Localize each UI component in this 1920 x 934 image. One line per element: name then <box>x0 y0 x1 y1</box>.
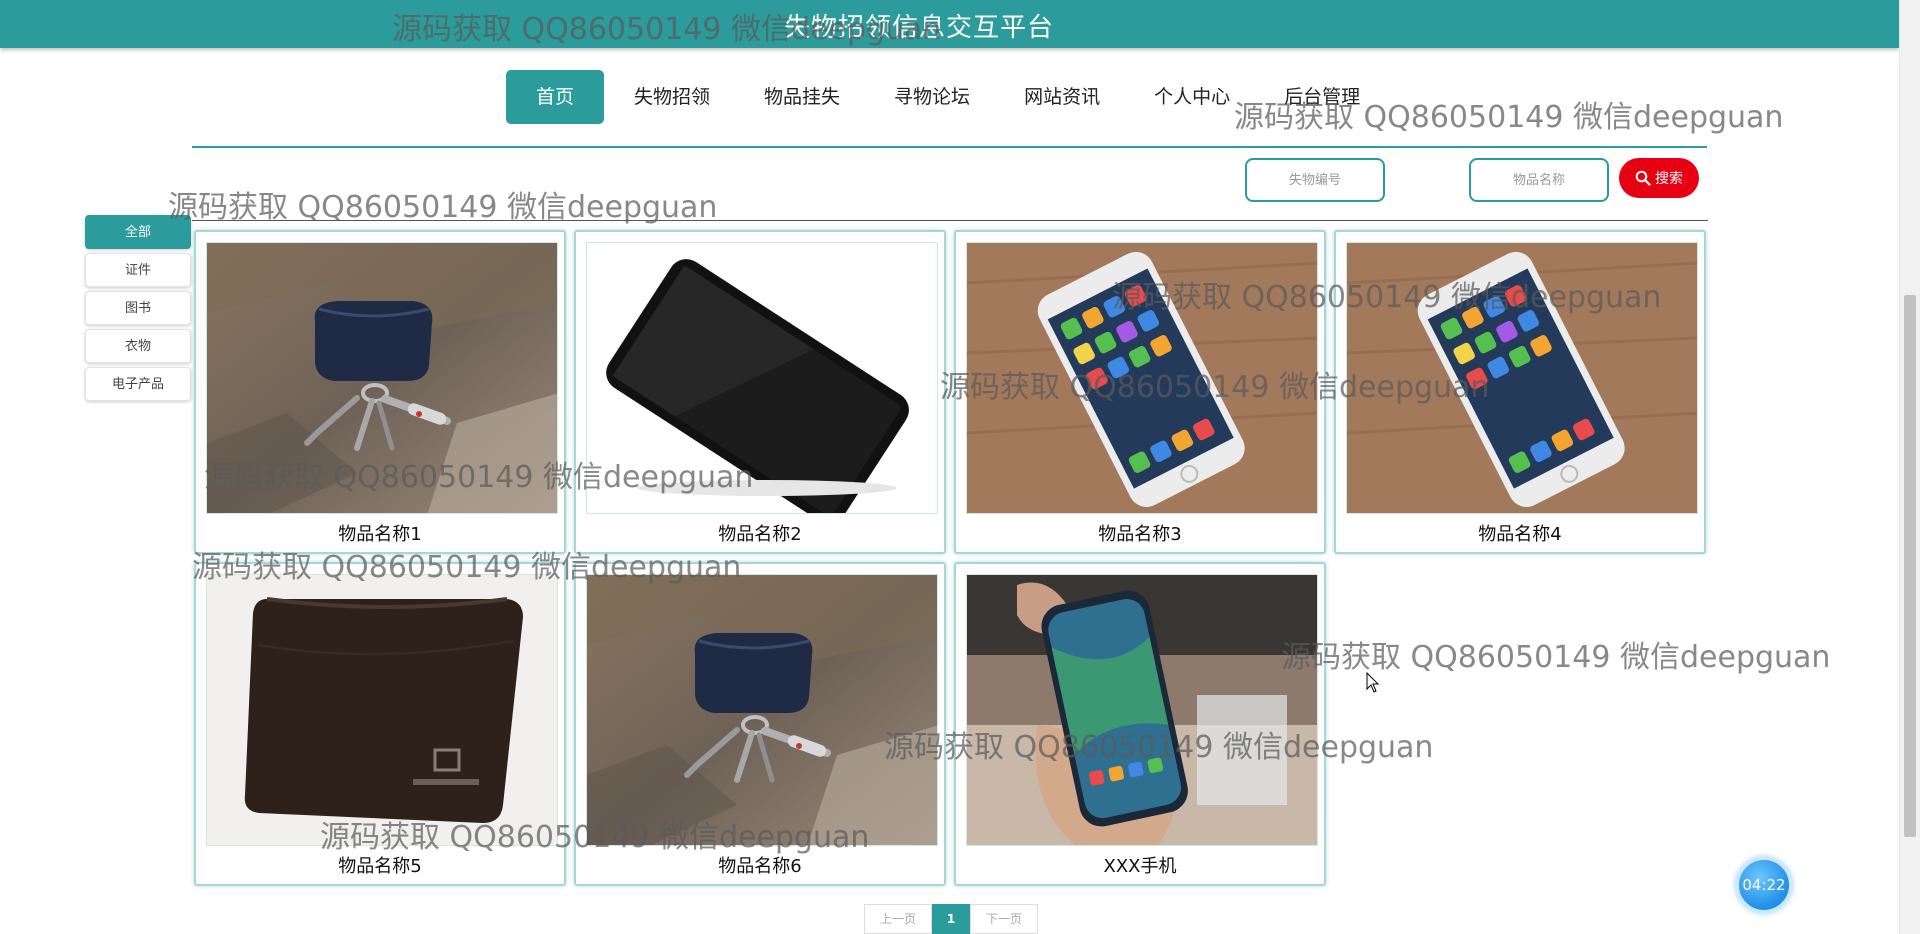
product-card[interactable]: 物品名称5 <box>194 562 566 886</box>
product-image-black-phone <box>586 242 938 514</box>
product-card[interactable]: 物品名称3 <box>954 230 1326 554</box>
top-header-bar: 失物招领信息交互平台 <box>0 0 1899 48</box>
search-icon <box>1635 170 1651 186</box>
product-name: 物品名称5 <box>338 856 422 877</box>
nav-item-lost-found[interactable]: 失物招领 <box>610 70 734 124</box>
product-name: 物品名称4 <box>1478 524 1562 545</box>
nav-item-news[interactable]: 网站资讯 <box>1000 70 1124 124</box>
nav-divider <box>192 146 1707 148</box>
mouse-pointer-icon <box>1366 672 1380 693</box>
category-books[interactable]: 图书 <box>85 291 191 325</box>
prev-page-button[interactable]: 上一页 <box>864 904 932 934</box>
product-name: XXX手机 <box>1103 856 1177 877</box>
category-all[interactable]: 全部 <box>85 215 191 249</box>
nav-item-forum[interactable]: 寻物论坛 <box>870 70 994 124</box>
product-name: 物品名称2 <box>718 524 802 545</box>
nav-item-admin[interactable]: 后台管理 <box>1260 70 1384 124</box>
floating-timer[interactable]: 04:22 <box>1736 857 1792 913</box>
product-card[interactable]: XXX手机 <box>954 562 1326 886</box>
product-name: 物品名称1 <box>338 524 422 545</box>
nav-item-home[interactable]: 首页 <box>506 70 605 124</box>
next-page-button[interactable]: 下一页 <box>970 904 1038 934</box>
lost-item-code-input[interactable] <box>1245 158 1385 202</box>
product-image-keys-pouch <box>206 242 558 514</box>
product-name: 物品名称6 <box>718 856 802 877</box>
search-button-label: 搜索 <box>1655 170 1683 186</box>
product-image-phone-in-hand <box>966 574 1318 846</box>
product-image-iphone-on-wood <box>966 242 1318 514</box>
item-name-input[interactable] <box>1469 158 1609 202</box>
pagination: 上一页 1 下一页 <box>864 904 1038 934</box>
product-card[interactable]: 物品名称1 <box>194 230 566 554</box>
search-button[interactable]: 搜索 <box>1619 158 1699 198</box>
product-image-iphone-on-wood <box>1346 242 1698 514</box>
product-card[interactable]: 物品名称4 <box>1334 230 1706 554</box>
category-sidebar: 全部 证件 图书 衣物 电子产品 <box>85 215 191 405</box>
nav-item-profile[interactable]: 个人中心 <box>1130 70 1254 124</box>
scrollbar-thumb[interactable] <box>1904 295 1916 837</box>
site-title: 失物招领信息交互平台 <box>784 13 1055 43</box>
product-name: 物品名称3 <box>1098 524 1182 545</box>
product-image-keys-pouch <box>586 574 938 846</box>
product-card[interactable]: 物品名称6 <box>574 562 946 886</box>
category-clothing[interactable]: 衣物 <box>85 329 191 363</box>
category-electronics[interactable]: 电子产品 <box>85 367 191 401</box>
category-documents[interactable]: 证件 <box>85 253 191 287</box>
product-image-leather-wallet <box>206 574 558 846</box>
page-number-current[interactable]: 1 <box>932 904 970 934</box>
nav-item-report-loss[interactable]: 物品挂失 <box>740 70 864 124</box>
watermark-text: 源码获取 QQ86050149 微信deepguan <box>1281 640 1831 675</box>
main-nav: 首页 失物招领 物品挂失 寻物论坛 网站资讯 个人中心 后台管理 <box>506 70 1390 124</box>
search-divider <box>192 220 1708 221</box>
product-card[interactable]: 物品名称2 <box>574 230 946 554</box>
